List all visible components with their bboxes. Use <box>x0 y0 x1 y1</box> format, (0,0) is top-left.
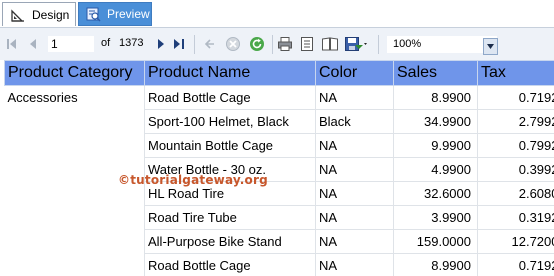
sales-cell: 159.0000 <box>393 229 478 254</box>
sales-cell: 34.9900 <box>393 109 478 134</box>
tax-cell: 0.7192 <box>477 85 554 110</box>
color-cell: NA <box>315 253 394 276</box>
page-number-input[interactable]: 1 <box>47 35 95 53</box>
report-preview: Product Category Product Name Color Sale… <box>0 60 554 276</box>
chevron-down-icon[interactable] <box>483 38 498 55</box>
zoom-select[interactable]: 100% <box>386 35 498 54</box>
tax-cell: 0.3992 <box>477 157 554 182</box>
header-product-name: Product Name <box>144 60 316 86</box>
product-name-cell: Road Tire Tube <box>144 205 316 230</box>
tab-bar: Design Preview <box>0 0 554 27</box>
toolbar-separator <box>378 35 379 54</box>
header-row: Product Category Product Name Color Sale… <box>4 60 554 86</box>
of-label: of <box>101 37 111 49</box>
tab-design[interactable]: Design <box>2 2 76 26</box>
sales-cell: 8.9900 <box>393 85 478 110</box>
color-cell: NA <box>315 157 394 182</box>
page-setup-icon[interactable] <box>321 36 339 52</box>
color-cell: NA <box>315 181 394 206</box>
next-page-icon[interactable] <box>155 36 167 52</box>
color-cell: NA <box>315 229 394 254</box>
sales-cell: 32.6000 <box>393 181 478 206</box>
stop-icon[interactable] <box>225 36 241 52</box>
back-icon[interactable] <box>203 36 217 52</box>
header-product-category: Product Category <box>4 60 145 86</box>
sales-cell: 8.9900 <box>393 253 478 276</box>
tab-preview-label: Preview <box>107 7 150 21</box>
product-name-cell: Road Bottle Cage <box>144 85 316 110</box>
tab-design-label: Design <box>32 7 70 22</box>
product-name-cell: Road Bottle Cage <box>144 253 316 276</box>
product-name-cell: Mountain Bottle Cage <box>144 133 316 158</box>
tax-cell: 2.7992 <box>477 109 554 134</box>
header-tax: Tax <box>477 60 554 86</box>
color-cell: Black <box>315 109 394 134</box>
total-pages: 1373 <box>119 37 144 49</box>
tax-cell: 2.6080 <box>477 181 554 206</box>
tax-cell: 12.7200 <box>477 229 554 254</box>
sales-cell: 4.9900 <box>393 157 478 182</box>
color-cell: NA <box>315 133 394 158</box>
report-toolbar: 1 of 1373 100% <box>0 27 554 60</box>
export-icon[interactable] <box>344 36 370 52</box>
preview-icon <box>85 6 101 22</box>
sales-cell: 3.9900 <box>393 205 478 230</box>
table-row: Accessories Road Bottle Cage NA 8.9900 0… <box>5 85 554 110</box>
tax-cell: 0.7992 <box>477 133 554 158</box>
refresh-icon[interactable] <box>249 36 265 52</box>
header-color: Color <box>315 60 394 86</box>
last-page-icon[interactable] <box>172 36 186 52</box>
design-icon <box>10 7 26 23</box>
tab-preview[interactable]: Preview <box>78 2 152 26</box>
watermark: ©tutorialgateway.org <box>118 173 268 187</box>
tax-cell: 0.3192 <box>477 205 554 230</box>
toolbar-separator <box>272 35 273 54</box>
print-layout-icon[interactable] <box>299 36 315 52</box>
sales-cell: 9.9900 <box>393 133 478 158</box>
product-name-cell: All-Purpose Bike Stand <box>144 229 316 254</box>
first-page-icon[interactable] <box>6 36 18 52</box>
toolbar-separator <box>194 35 195 54</box>
color-cell: NA <box>315 205 394 230</box>
report-table: Product Category Product Name Color Sale… <box>4 60 554 276</box>
previous-page-icon[interactable] <box>27 36 39 52</box>
header-sales: Sales <box>393 60 478 86</box>
tax-cell: 0.7192 <box>477 253 554 276</box>
color-cell: NA <box>315 85 394 110</box>
print-icon[interactable] <box>277 36 293 52</box>
product-name-cell: Sport-100 Helmet, Black <box>144 109 316 134</box>
